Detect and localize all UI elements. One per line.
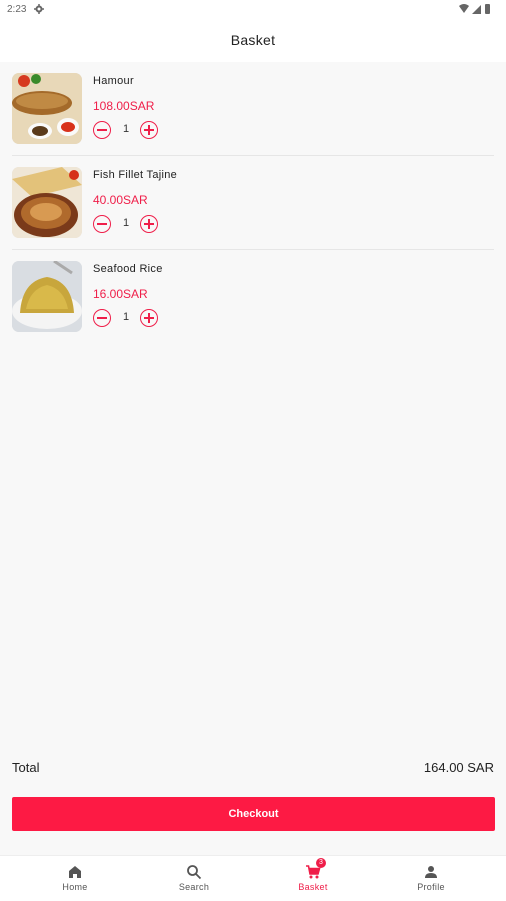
bottom-navigation: Home Search 3 Basket Profile: [0, 855, 506, 901]
dish-image-seafood-rice: [12, 261, 82, 332]
basket-item: Seafood Rice 16.00SAR 1: [0, 250, 506, 344]
nav-item-home[interactable]: Home: [12, 856, 138, 901]
quantity-stepper: 1: [93, 309, 163, 329]
increase-quantity-button[interactable]: [140, 215, 158, 233]
nav-label-home: Home: [62, 882, 88, 892]
nav-item-basket[interactable]: 3 Basket: [250, 856, 376, 901]
dish-image-fish-fillet-tajine: [12, 167, 82, 238]
basket-list: Hamour 108.00SAR 1 Fish Fillet Tajine 40…: [0, 62, 506, 344]
nav-item-profile[interactable]: Profile: [368, 856, 494, 901]
item-name: Seafood Rice: [93, 263, 163, 275]
decrease-quantity-button[interactable]: [93, 121, 111, 139]
settings-gear-icon: [34, 4, 44, 14]
quantity-stepper: 1: [93, 215, 163, 235]
item-price: 40.00SAR: [93, 193, 148, 207]
checkout-button[interactable]: Checkout: [12, 797, 495, 831]
item-price: 108.00SAR: [93, 99, 155, 113]
person-icon: [425, 866, 437, 878]
decrease-quantity-button[interactable]: [93, 215, 111, 233]
total-value: 164.00 SAR: [423, 760, 494, 775]
item-name: Hamour: [93, 75, 134, 87]
system-status-icons: [459, 4, 490, 14]
decrease-quantity-button[interactable]: [93, 309, 111, 327]
increase-quantity-button[interactable]: [140, 121, 158, 139]
item-quantity: 1: [122, 217, 130, 229]
item-name: Fish Fillet Tajine: [93, 169, 178, 181]
total-label: Total: [12, 760, 40, 775]
nav-label-basket: Basket: [298, 882, 328, 892]
app-header: Basket: [0, 18, 506, 62]
item-price: 16.00SAR: [93, 287, 148, 301]
battery-icon: [485, 4, 490, 14]
wifi-icon: [459, 4, 469, 13]
quantity-stepper: 1: [93, 121, 163, 141]
page-title: Basket: [230, 32, 276, 48]
signal-icon: [472, 5, 481, 14]
nav-item-search[interactable]: Search: [131, 856, 257, 901]
basket-item: Hamour 108.00SAR 1: [0, 62, 506, 156]
item-quantity: 1: [122, 311, 130, 323]
increase-quantity-button[interactable]: [140, 309, 158, 327]
home-icon: [69, 866, 81, 878]
search-icon: [187, 865, 202, 880]
item-quantity: 1: [122, 123, 130, 135]
cart-count-badge: 3: [316, 858, 326, 868]
status-time: 2:23: [7, 4, 27, 15]
nav-label-profile: Profile: [417, 882, 445, 892]
basket-item: Fish Fillet Tajine 40.00SAR 1: [0, 156, 506, 250]
nav-label-search: Search: [178, 882, 210, 892]
total-row: Total 164.00 SAR: [12, 760, 494, 778]
dish-image-hamour: [12, 73, 82, 144]
status-bar: 2:23: [0, 0, 506, 18]
